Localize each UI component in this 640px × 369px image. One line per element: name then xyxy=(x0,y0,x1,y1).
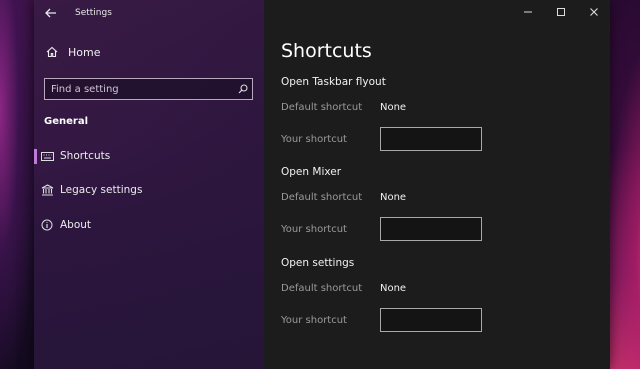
your-shortcut-label: Your shortcut xyxy=(281,134,347,145)
search-input[interactable]: Find a setting xyxy=(44,78,253,100)
minimize-icon xyxy=(523,11,532,13)
default-shortcut-value: None xyxy=(380,283,407,294)
main-content: Shortcuts Open Taskbar flyout Default sh… xyxy=(264,0,610,369)
home-icon xyxy=(45,46,59,58)
default-shortcut-label: Default shortcut xyxy=(281,283,363,294)
section-label-general: General xyxy=(44,116,88,127)
search-icon[interactable] xyxy=(234,84,252,94)
back-button[interactable] xyxy=(43,5,59,21)
bank-icon xyxy=(40,184,54,196)
nav-home-label: Home xyxy=(68,45,101,59)
window-controls xyxy=(511,0,610,26)
default-shortcut-value: None xyxy=(380,102,407,113)
sidebar-item-about[interactable]: About xyxy=(34,214,264,236)
sidebar-item-label: Legacy settings xyxy=(60,184,143,196)
shortcut-input-mixer[interactable] xyxy=(380,217,482,241)
app-title: Settings xyxy=(75,8,112,18)
shortcut-input-settings[interactable] xyxy=(380,308,482,332)
nav-home[interactable]: Home xyxy=(45,42,100,62)
sidebar: Settings Home Find a setting General Sho… xyxy=(34,0,264,369)
close-button[interactable] xyxy=(577,0,610,24)
group-title-mixer: Open Mixer xyxy=(281,166,342,178)
group-title-taskbar-flyout: Open Taskbar flyout xyxy=(281,76,386,88)
default-shortcut-label: Default shortcut xyxy=(281,102,363,113)
your-shortcut-label: Your shortcut xyxy=(281,315,347,326)
shortcut-input-taskbar-flyout[interactable] xyxy=(380,127,482,151)
close-icon xyxy=(589,8,598,16)
titlebar: Settings xyxy=(34,0,264,26)
your-shortcut-label: Your shortcut xyxy=(281,224,347,235)
keyboard-icon xyxy=(40,151,54,161)
group-title-settings: Open settings xyxy=(281,257,355,269)
selection-indicator xyxy=(34,149,37,164)
sidebar-item-shortcuts[interactable]: Shortcuts xyxy=(34,145,264,167)
default-shortcut-value: None xyxy=(380,192,407,203)
info-icon xyxy=(40,219,54,231)
sidebar-item-label: Shortcuts xyxy=(60,150,111,162)
desktop-wallpaper-left xyxy=(0,0,34,369)
settings-window: Settings Home Find a setting General Sho… xyxy=(34,0,610,369)
page-title: Shortcuts xyxy=(281,40,372,62)
sidebar-item-label: About xyxy=(60,219,92,231)
arrow-left-icon xyxy=(45,8,56,18)
minimize-button[interactable] xyxy=(511,0,544,24)
maximize-button[interactable] xyxy=(544,0,577,24)
search-placeholder: Find a setting xyxy=(51,83,119,95)
sidebar-item-legacy-settings[interactable]: Legacy settings xyxy=(34,179,264,201)
default-shortcut-label: Default shortcut xyxy=(281,192,363,203)
maximize-icon xyxy=(556,8,565,16)
